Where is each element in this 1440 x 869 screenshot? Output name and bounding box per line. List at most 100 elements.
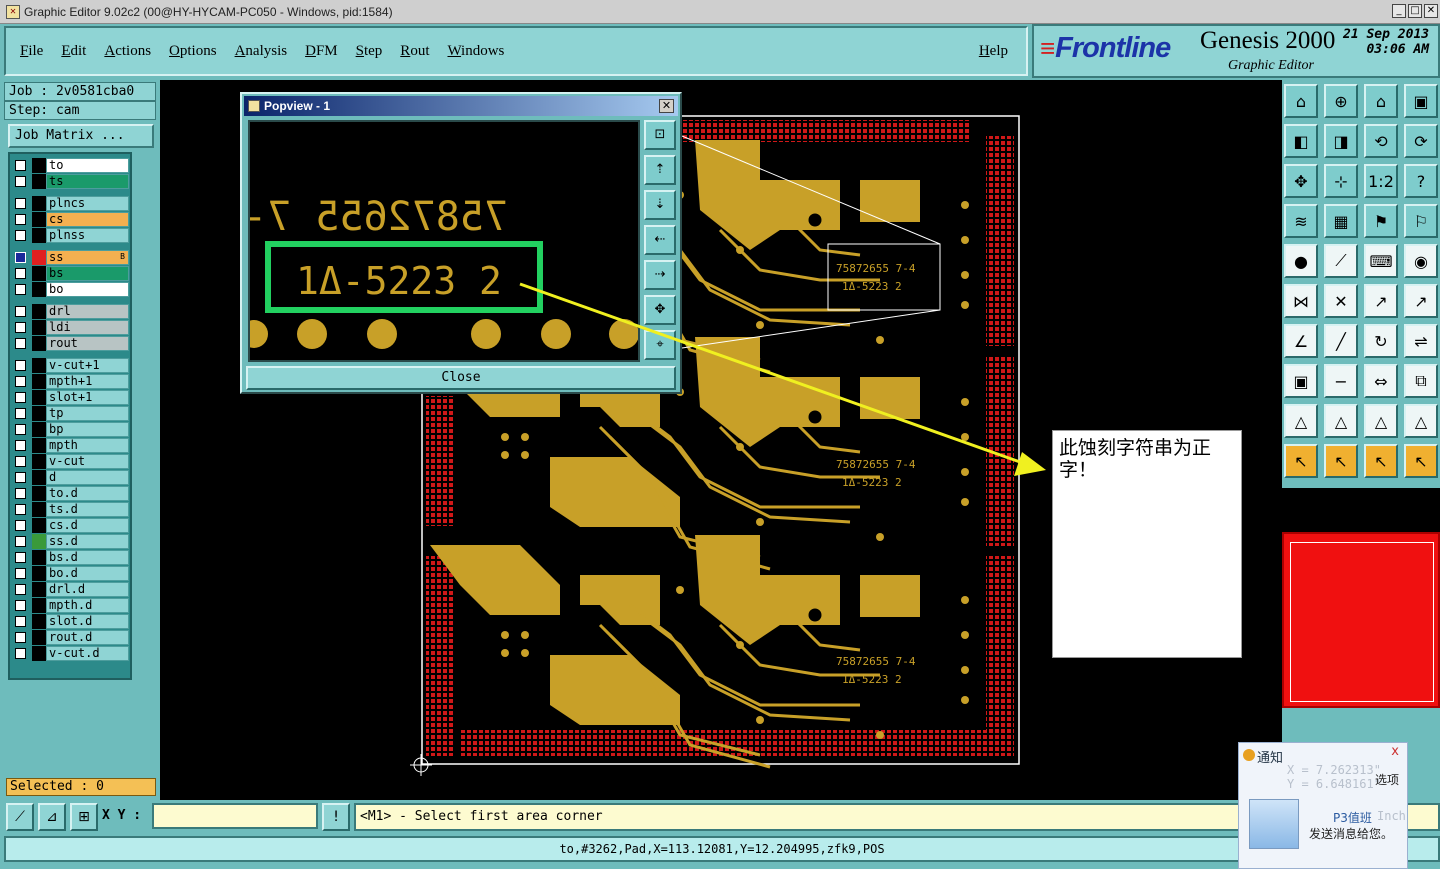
layer-name[interactable]: bs.d [46, 550, 129, 565]
layer-row-ldi[interactable]: ldi [12, 320, 129, 335]
layer-checkbox[interactable] [15, 568, 26, 579]
popview-close-button[interactable]: Close [246, 366, 676, 390]
layer-color-mark[interactable] [32, 534, 46, 549]
layer-name[interactable]: slot+1 [46, 390, 129, 405]
layer-color-mark[interactable] [32, 470, 46, 485]
layer-color-mark[interactable] [32, 250, 46, 265]
notification-options-link[interactable]: 选项 [1375, 771, 1399, 788]
layer-checkbox[interactable] [15, 440, 26, 451]
layer-row-bs.d[interactable]: bs.d [12, 550, 129, 565]
menu-windows[interactable]: Windows [447, 43, 504, 60]
layer-row-rout[interactable]: rout [12, 336, 129, 351]
layer-color-mark[interactable] [32, 646, 46, 661]
layer-checkbox[interactable] [15, 306, 26, 317]
line-tool-icon[interactable]: ⟋ [1324, 244, 1358, 278]
pan-right-icon[interactable]: ◨ [1324, 124, 1358, 158]
layer-name[interactable]: ss [46, 250, 129, 265]
layer-name[interactable]: mpth+1 [46, 374, 129, 389]
layer-checkbox[interactable] [15, 552, 26, 563]
grid-view-icon[interactable]: ▦ [1324, 204, 1358, 238]
redo-zoom-icon[interactable]: ⟳ [1404, 124, 1438, 158]
layer-name[interactable]: v-cut [46, 454, 129, 469]
layer-name[interactable]: to.d [46, 486, 129, 501]
layer-color-mark[interactable] [32, 550, 46, 565]
layer-row-bp[interactable]: bp [12, 422, 129, 437]
layer-checkbox[interactable] [15, 616, 26, 627]
measure-box-icon[interactable]: ⇔ [1364, 364, 1398, 398]
layer-name[interactable]: drl [46, 304, 129, 319]
layer-checkbox[interactable] [15, 160, 26, 171]
menu-edit[interactable]: Edit [61, 43, 86, 60]
layer-row-plnss[interactable]: plnss [12, 228, 129, 243]
pv-pan-up-icon[interactable]: ⇡ [644, 155, 676, 185]
minus-icon[interactable]: − [1324, 364, 1358, 398]
popview-close-icon[interactable]: ✕ [659, 99, 674, 113]
layer-row-cs[interactable]: cs [12, 212, 129, 227]
layer-color-mark[interactable] [32, 158, 46, 173]
layer-row-to.d[interactable]: to.d [12, 486, 129, 501]
layer-row-rout.d[interactable]: rout.d [12, 630, 129, 645]
layer-name[interactable]: cs [46, 212, 129, 227]
pointer-circle-icon[interactable]: ↖ [1364, 444, 1398, 478]
layer-color-mark[interactable] [32, 336, 46, 351]
triangle2-icon[interactable]: △ [1324, 404, 1358, 438]
pan-left-icon[interactable]: ◧ [1284, 124, 1318, 158]
layer-row-tp[interactable]: tp [12, 406, 129, 421]
ratio-icon[interactable]: 1:2 [1364, 164, 1398, 198]
layer-row-drl.d[interactable]: drl.d [12, 582, 129, 597]
cross-icon[interactable]: ✕ [1324, 284, 1358, 318]
layer-checkbox[interactable] [15, 536, 26, 547]
pv-home-icon[interactable]: ⌖ [644, 330, 676, 360]
layer-checkbox[interactable] [15, 584, 26, 595]
select-pad-icon[interactable]: ● [1284, 244, 1318, 278]
layer-color-mark[interactable] [32, 282, 46, 297]
pv-pan-right-icon[interactable]: ⇢ [644, 260, 676, 290]
rotate-icon[interactable]: ↻ [1364, 324, 1398, 358]
layer-color-mark[interactable] [32, 406, 46, 421]
layer-color-mark[interactable] [32, 486, 46, 501]
pv-pan-down-icon[interactable]: ⇣ [644, 190, 676, 220]
group-icon[interactable]: ⧉ [1404, 364, 1438, 398]
snap-icon[interactable]: ⟋ [6, 803, 34, 831]
popview-window[interactable]: Popview - 1 ✕ 75872655 7-4 1Δ-5223 2 ⊡ ⇡… [240, 92, 682, 394]
triangle3-icon[interactable]: △ [1364, 404, 1398, 438]
zoom-home-icon[interactable]: ⌂ [1284, 84, 1318, 118]
layer-name[interactable]: cs.d [46, 518, 129, 533]
layer-row-plncs[interactable]: plncs [12, 196, 129, 211]
layer-color-mark[interactable] [32, 566, 46, 581]
layer-checkbox[interactable] [15, 214, 26, 225]
layer-name[interactable]: d [46, 470, 129, 485]
layer-color-mark[interactable] [32, 320, 46, 335]
layer-color-mark[interactable] [32, 630, 46, 645]
layer-row-mpth+1[interactable]: mpth+1 [12, 374, 129, 389]
menu-actions[interactable]: Actions [104, 43, 151, 60]
layer-checkbox[interactable] [15, 268, 26, 279]
layer-name[interactable]: rout.d [46, 630, 129, 645]
house-icon[interactable]: ⌂ [1364, 84, 1398, 118]
layer-row-v-cut.d[interactable]: v-cut.d [12, 646, 129, 661]
pointer-box-icon[interactable]: ↖ [1324, 444, 1358, 478]
layer-checkbox[interactable] [15, 360, 26, 371]
pointer-icon[interactable]: ↖ [1284, 444, 1318, 478]
undo-zoom-icon[interactable]: ⟲ [1364, 124, 1398, 158]
layer-checkbox[interactable] [15, 648, 26, 659]
layer-checkbox[interactable] [15, 176, 26, 187]
minimize-button[interactable]: _ [1392, 4, 1406, 18]
menu-dfm[interactable]: DFM [305, 43, 338, 60]
circle-tool-icon[interactable]: ◉ [1404, 244, 1438, 278]
layer-color-mark[interactable] [32, 374, 46, 389]
window-icon[interactable]: ▣ [1404, 84, 1438, 118]
layer-row-bo[interactable]: bo [12, 282, 129, 297]
layer-color-mark[interactable] [32, 422, 46, 437]
layer-row-bs[interactable]: bs [12, 266, 129, 281]
layer-row-ss[interactable]: ss B [12, 250, 129, 265]
layer-color-mark[interactable] [32, 518, 46, 533]
layer-name[interactable]: tp [46, 406, 129, 421]
arrow-node2-icon[interactable]: ↗ [1404, 284, 1438, 318]
feature-tool-icon[interactable]: ⚑ [1364, 204, 1398, 238]
layer-checkbox[interactable] [15, 632, 26, 643]
layer-tool-icon[interactable]: ≋ [1284, 204, 1318, 238]
layer-color-mark[interactable] [32, 358, 46, 373]
layer-checkbox[interactable] [15, 408, 26, 419]
layer-name[interactable]: ts.d [46, 502, 129, 517]
